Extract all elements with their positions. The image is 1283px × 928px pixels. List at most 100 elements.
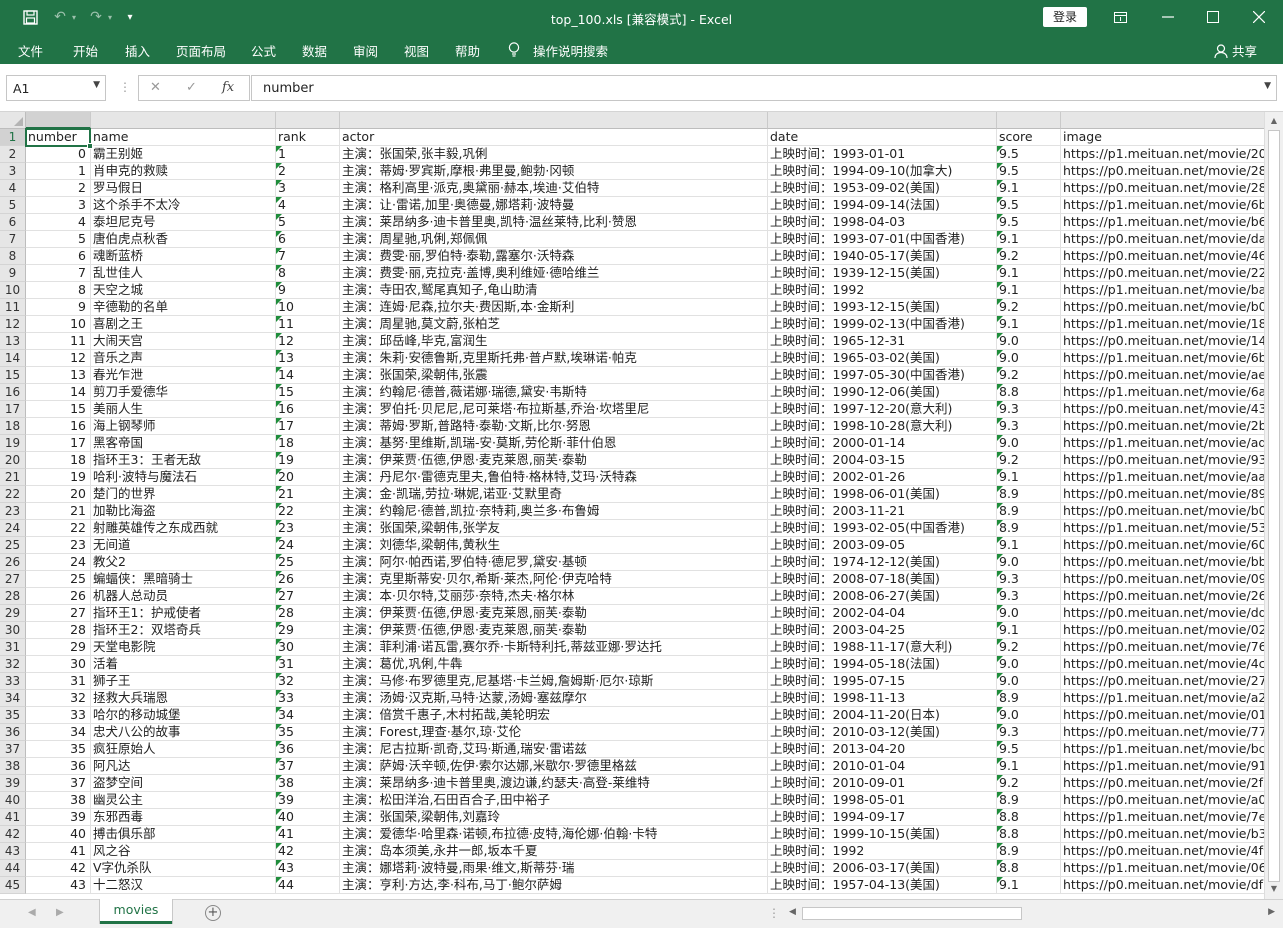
tell-me-search[interactable]: 操作说明搜索 [533,41,608,60]
table-cell[interactable]: 8.8 [997,384,1061,401]
table-cell[interactable]: 主演：邱岳峰,毕克,富润生 [340,333,768,350]
table-cell[interactable]: https://p0.meituan.net/movie/223c [1061,265,1264,282]
table-cell[interactable]: 9.2 [997,299,1061,316]
vertical-scrollbar[interactable]: ▲ ▼ [1264,112,1283,899]
table-cell[interactable]: 9.5 [997,197,1061,214]
table-cell[interactable]: 上映时间：2010-01-04 [768,758,997,775]
table-cell[interactable]: 射雕英雄传之东成西就 [91,520,276,537]
table-cell[interactable]: 40 [276,809,340,826]
table-cell[interactable]: 9.5 [997,163,1061,180]
tab-page-layout[interactable]: 页面布局 [176,41,226,60]
row-header[interactable]: 45 [0,877,26,894]
column-header-e[interactable] [768,112,997,129]
row-header[interactable]: 5 [0,197,26,214]
scroll-right-icon[interactable]: ▶ [1268,907,1275,917]
table-cell[interactable]: 上映时间：1994-09-17 [768,809,997,826]
table-cell[interactable]: 上映时间：2002-01-26 [768,469,997,486]
table-cell[interactable]: 春光乍泄 [91,367,276,384]
table-cell[interactable]: https://p1.meituan.net/movie/2080 [1061,146,1264,163]
table-cell[interactable]: 主演：汤姆·汉克斯,马特·达蒙,汤姆·塞兹摩尔 [340,690,768,707]
table-cell[interactable]: 主演：基努·里维斯,凯瑞-安·莫斯,劳伦斯·菲什伯恩 [340,435,768,452]
table-cell[interactable]: 主演：约翰尼·德普,薇诺娜·瑞德,黛安·韦斯特 [340,384,768,401]
table-cell[interactable]: https://p0.meituan.net/movie/df15 [1061,877,1264,894]
table-cell[interactable]: 29 [26,639,91,656]
table-cell[interactable]: 上映时间：1957-04-13(美国) [768,877,997,894]
table-cell[interactable]: 上映时间：2003-11-21 [768,503,997,520]
table-cell[interactable]: https://p0.meituan.net/movie/46c2 [1061,248,1264,265]
table-cell[interactable]: 42 [26,860,91,877]
table-cell[interactable]: 44 [276,877,340,894]
table-cell[interactable]: 8.8 [997,826,1061,843]
table-cell[interactable]: https://p0.meituan.net/movie/606d [1061,537,1264,554]
row-header[interactable]: 26 [0,554,26,571]
table-cell[interactable]: 21 [26,503,91,520]
table-cell[interactable]: 17 [26,435,91,452]
table-cell[interactable]: 26 [26,588,91,605]
table-cell[interactable]: 主演：伊莱贾·伍德,伊恩·麦克莱恩,丽芙·泰勒 [340,622,768,639]
row-header[interactable]: 40 [0,792,26,809]
table-cell[interactable]: 上映时间：1999-02-13(中国香港) [768,316,997,333]
row-header[interactable]: 3 [0,163,26,180]
table-cell[interactable]: 7 [276,248,340,265]
table-cell[interactable]: 12 [276,333,340,350]
table-cell[interactable]: 主演：格利高里·派克,奥黛丽·赫本,埃迪·艾伯特 [340,180,768,197]
table-cell[interactable]: 10 [26,316,91,333]
table-cell[interactable]: 上映时间：2003-09-05 [768,537,997,554]
table-cell[interactable]: 上映时间：1998-05-01 [768,792,997,809]
row-header[interactable]: 21 [0,469,26,486]
table-cell[interactable]: 机器人总动员 [91,588,276,605]
table-cell[interactable]: 9.0 [997,605,1061,622]
table-cell[interactable]: 9.3 [997,418,1061,435]
table-cell[interactable]: 10 [276,299,340,316]
header-cell[interactable]: rank [276,129,340,146]
table-cell[interactable]: 主演：周星驰,巩俐,郑佩佩 [340,231,768,248]
table-cell[interactable]: 9.3 [997,588,1061,605]
table-cell[interactable]: 教父2 [91,554,276,571]
table-cell[interactable]: 9.0 [997,350,1061,367]
table-cell[interactable]: https://p0.meituan.net/movie/267d [1061,588,1264,605]
table-cell[interactable]: 40 [26,826,91,843]
table-cell[interactable]: 主演：阿尔·帕西诺,罗伯特·德尼罗,黛安·基顿 [340,554,768,571]
table-cell[interactable]: 3 [26,197,91,214]
table-cell[interactable]: 14 [26,384,91,401]
table-cell[interactable]: 主演：蒂姆·罗宾斯,摩根·弗里曼,鲍勃·冈顿 [340,163,768,180]
row-header[interactable]: 44 [0,860,26,877]
table-cell[interactable]: 主演：费雯·丽,克拉克·盖博,奥利维娅·德哈维兰 [340,265,768,282]
table-cell[interactable]: 17 [276,418,340,435]
table-cell[interactable]: 主演：张国荣,张丰毅,巩俐 [340,146,768,163]
table-cell[interactable]: 上映时间：1965-03-02(美国) [768,350,997,367]
row-header[interactable]: 27 [0,571,26,588]
table-cell[interactable]: https://p0.meituan.net/movie/0127 [1061,707,1264,724]
table-cell[interactable]: 36 [276,741,340,758]
table-cell[interactable]: 20 [276,469,340,486]
row-header[interactable]: 39 [0,775,26,792]
table-cell[interactable]: 16 [26,418,91,435]
table-cell[interactable]: 楚门的世界 [91,486,276,503]
table-cell[interactable]: 上映时间：2008-07-18(美国) [768,571,997,588]
column-header-b[interactable] [91,112,276,129]
table-cell[interactable]: https://p0.meituan.net/movie/2832 [1061,163,1264,180]
table-cell[interactable]: 主演：Forest,理查·基尔,琼·艾伦 [340,724,768,741]
table-cell[interactable]: 上映时间：1992 [768,282,997,299]
row-header[interactable]: 28 [0,588,26,605]
login-button[interactable]: 登录 [1043,7,1087,27]
table-cell[interactable]: 幽灵公主 [91,792,276,809]
table-cell[interactable]: 主演：让·雷诺,加里·奥德曼,娜塔莉·波特曼 [340,197,768,214]
table-cell[interactable]: 上映时间：1988-11-17(意大利) [768,639,997,656]
table-cell[interactable]: 18 [26,452,91,469]
vertical-scroll-thumb[interactable] [1268,130,1280,882]
table-cell[interactable]: 主演：伊莱贾·伍德,伊恩·麦克莱恩,丽芙·泰勒 [340,605,768,622]
row-header[interactable]: 22 [0,486,26,503]
table-cell[interactable]: 上映时间：2004-11-20(日本) [768,707,997,724]
row-header[interactable]: 15 [0,367,26,384]
table-cell[interactable]: 9.1 [997,622,1061,639]
table-cell[interactable]: 上映时间：1953-09-02(美国) [768,180,997,197]
table-cell[interactable]: https://p0.meituan.net/movie/02bb [1061,622,1264,639]
table-cell[interactable]: https://p0.meituan.net/movie/b0d9 [1061,299,1264,316]
spreadsheet-grid[interactable]: 1 number name rank actor date score image 2 0 霸王别姬… [0,112,1264,899]
table-cell[interactable]: 24 [276,537,340,554]
table-cell[interactable]: https://p0.meituan.net/movie/0965 [1061,571,1264,588]
table-cell[interactable]: https://p1.meituan.net/movie/ad97 [1061,435,1264,452]
table-cell[interactable]: 25 [26,571,91,588]
table-cell[interactable]: 9.3 [997,401,1061,418]
